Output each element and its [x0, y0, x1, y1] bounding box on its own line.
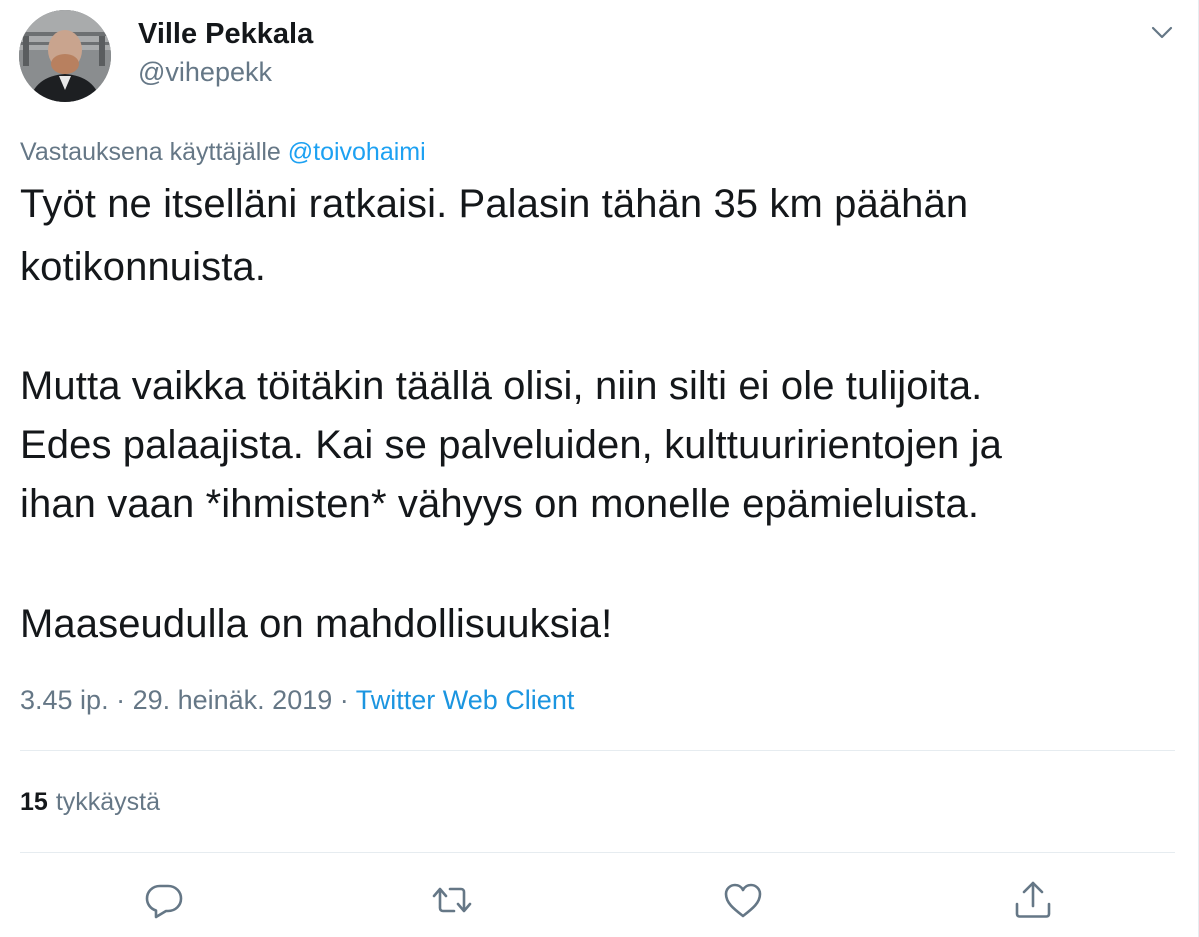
likes-number: 15: [20, 788, 48, 816]
reply-icon: [145, 884, 183, 919]
share-icon: [1015, 881, 1051, 918]
author-handle[interactable]: @vihepekk: [138, 56, 272, 88]
reply-context: Vastauksena käyttäjälle @toivohaimi: [20, 136, 426, 168]
retweet-icon: [432, 887, 472, 913]
tweet-text-line: Mutta vaikka töitäkin täällä olisi, niin…: [20, 364, 983, 408]
reply-prefix: Vastauksena käyttäjälle: [20, 138, 288, 166]
share-button[interactable]: [1011, 878, 1055, 922]
reply-button[interactable]: [142, 878, 186, 922]
like-button[interactable]: [721, 878, 765, 922]
meta-separator: ·: [332, 685, 356, 715]
tweet-time[interactable]: 3.45 ip.: [20, 685, 109, 715]
divider: [20, 750, 1175, 751]
tweet-date[interactable]: 29. heinäk. 2019: [133, 685, 333, 715]
avatar-image: [19, 10, 111, 102]
meta-separator: ·: [108, 685, 133, 715]
reply-mention-link[interactable]: @toivohaimi: [288, 138, 426, 166]
retweet-button[interactable]: [430, 878, 474, 922]
tweet-text-line: Työt ne itselläni ratkaisi. Palasin tähä…: [20, 182, 969, 226]
tweet-card: Ville Pekkala @vihepekk Vastauksena käyt…: [0, 0, 1199, 937]
likes-label: tykkäystä: [55, 788, 161, 816]
tweet-meta: 3.45 ip. · 29. heinäk. 2019 · Twitter We…: [20, 683, 574, 717]
tweet-text-line: ihan vaan *ihmisten* vähyys on monelle e…: [20, 482, 980, 526]
avatar[interactable]: [19, 10, 111, 102]
author-name[interactable]: Ville Pekkala: [138, 17, 313, 51]
tweet-source-link[interactable]: Twitter Web Client: [356, 685, 575, 715]
divider: [20, 852, 1175, 853]
chevron-down-icon[interactable]: [1148, 18, 1176, 46]
tweet-text-line: kotikonnuista.: [20, 245, 266, 289]
tweet-text-line: Edes palaajista. Kai se palveluiden, kul…: [20, 423, 1002, 467]
likes-count[interactable]: 15 tykkäystä: [20, 786, 160, 818]
tweet-text-line: Maaseudulla on mahdollisuuksia!: [20, 602, 613, 646]
like-icon: [724, 883, 762, 918]
